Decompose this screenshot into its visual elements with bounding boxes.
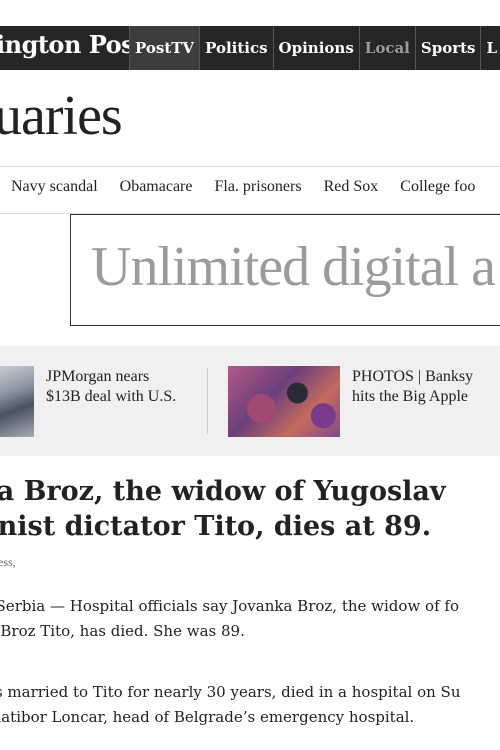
- section-title[interactable]: uaries: [0, 84, 123, 148]
- divider: [207, 368, 208, 434]
- nav-link-posttv[interactable]: PostTV: [129, 26, 200, 70]
- headline-line: unist dictator Tito, dies at 89.: [0, 511, 432, 542]
- article-byline: ress,: [0, 555, 16, 569]
- paragraph-line: , Serbia — Hospital officials say Jovank…: [0, 597, 459, 615]
- divider: [0, 166, 500, 167]
- advertisement-banner[interactable]: Unlimited digital a: [70, 214, 500, 326]
- nav-link-sports[interactable]: Sports: [414, 26, 481, 70]
- article-paragraph: , Serbia — Hospital officials say Jovank…: [0, 594, 500, 644]
- nav-link-local[interactable]: Local: [358, 26, 415, 70]
- paragraph-line: p Broz Tito, has died. She was 89.: [0, 622, 245, 640]
- article-paragraph: as married to Tito for nearly 30 years, …: [0, 680, 500, 730]
- promo-headline-line: JPMorgan nears: [46, 368, 150, 385]
- promo-link-jpmorgan[interactable]: JPMorgan nears $13B deal with U.S.: [46, 367, 176, 407]
- masthead-logo[interactable]: ington Post: [0, 30, 145, 59]
- topic-link-obamacare[interactable]: Obamacare: [120, 178, 193, 195]
- topic-link-navy-scandal[interactable]: Navy scandal: [11, 178, 98, 195]
- article-headline: ka Broz, the widow of Yugoslav unist dic…: [0, 474, 500, 544]
- promo-link-banksy[interactable]: PHOTOS | Banksy hits the Big Apple: [352, 367, 473, 407]
- topic-link-fla-prisoners[interactable]: Fla. prisoners: [214, 178, 301, 195]
- ad-text: Unlimited digital a: [91, 236, 496, 298]
- topic-link-red-sox[interactable]: Red Sox: [324, 178, 379, 195]
- promo-thumbnail-banksy[interactable]: [228, 366, 340, 437]
- promo-headline-line: PHOTOS | Banksy: [352, 368, 474, 385]
- nav-link-opinions[interactable]: Opinions: [272, 26, 359, 70]
- nav-link-more[interactable]: L: [480, 26, 500, 70]
- promo-headline-line: $13B deal with U.S.: [46, 388, 177, 405]
- paragraph-line: Zlatibor Loncar, head of Belgrade’s emer…: [0, 708, 415, 726]
- nav-links: PostTV Politics Opinions Local Sports L: [129, 26, 500, 70]
- nav-link-politics[interactable]: Politics: [199, 26, 272, 70]
- topic-link-college-football[interactable]: College foo: [400, 178, 475, 195]
- promo-headline-line: hits the Big Apple: [352, 388, 468, 405]
- topic-links: Navy scandal Obamacare Fla. prisoners Re…: [11, 178, 493, 196]
- promo-strip: JPMorgan nears $13B deal with U.S. PHOTO…: [0, 346, 500, 456]
- paragraph-line: as married to Tito for nearly 30 years, …: [0, 683, 461, 701]
- top-navigation-bar: ington Post PostTV Politics Opinions Loc…: [0, 26, 500, 70]
- promo-thumbnail-jpmorgan[interactable]: [0, 366, 34, 437]
- headline-line: ka Broz, the widow of Yugoslav: [0, 476, 446, 507]
